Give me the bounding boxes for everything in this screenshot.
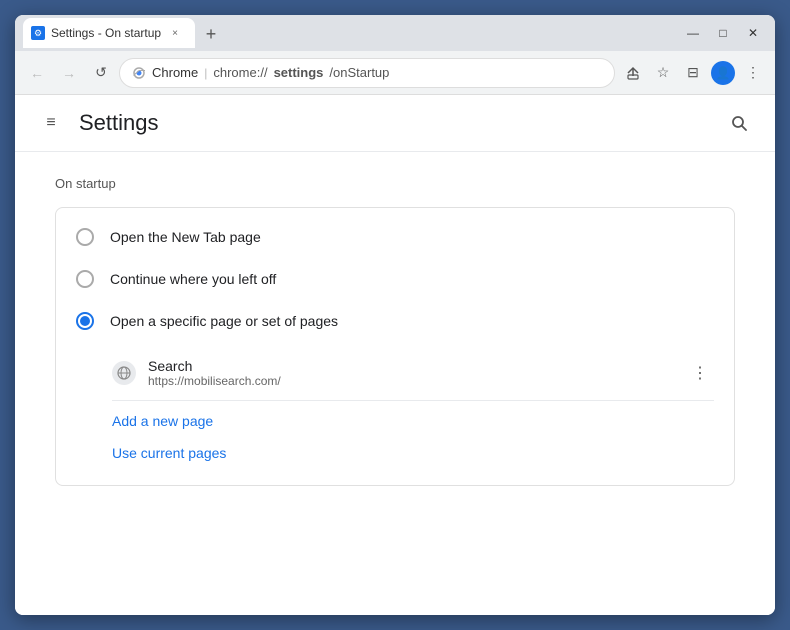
profile-button[interactable]: 👤: [709, 59, 737, 87]
more-menu-button[interactable]: ⋮: [739, 59, 767, 87]
option-specific-label: Open a specific page or set of pages: [110, 313, 338, 329]
radio-specific: [76, 312, 94, 330]
forward-button[interactable]: →: [55, 59, 83, 87]
address-separator: |: [204, 66, 207, 80]
radio-new-tab: [76, 228, 94, 246]
address-endpoint: /onStartup: [329, 65, 389, 80]
profile-avatar: 👤: [711, 61, 735, 85]
page-title: Settings: [79, 110, 159, 136]
site-name: Search: [148, 358, 674, 374]
section-label: On startup: [55, 176, 735, 191]
extensions-button[interactable]: ⊟: [679, 59, 707, 87]
option-new-tab[interactable]: Open the New Tab page: [56, 216, 734, 258]
option-new-tab-label: Open the New Tab page: [110, 229, 261, 245]
title-bar: ⚙ Settings - On startup × + — □ ✕: [15, 15, 775, 51]
site-info: Search https://mobilisearch.com/: [148, 358, 674, 388]
address-bar-row: ← → ↺ Chrome | chrome:// settings/onStart…: [15, 51, 775, 95]
site-menu-button[interactable]: ⋮: [686, 359, 714, 387]
minimize-button[interactable]: —: [679, 19, 707, 47]
new-tab-button[interactable]: +: [197, 20, 225, 48]
settings-search-button[interactable]: [723, 107, 755, 139]
site-entry: Search https://mobilisearch.com/ ⋮: [112, 350, 714, 396]
specific-pages-subsection: Search https://mobilisearch.com/ ⋮ Add a…: [56, 342, 734, 477]
radio-continue: [76, 270, 94, 288]
share-button[interactable]: [619, 59, 647, 87]
browser-window: ⚙ Settings - On startup × + — □ ✕ ← → ↺: [15, 15, 775, 615]
chrome-logo-icon: [132, 66, 146, 80]
chrome-label: Chrome: [152, 65, 198, 80]
option-specific[interactable]: Open a specific page or set of pages: [56, 300, 734, 342]
tab-title: Settings - On startup: [51, 26, 161, 40]
bookmark-button[interactable]: ☆: [649, 59, 677, 87]
toolbar-icons: ☆ ⊟ 👤 ⋮: [619, 59, 767, 87]
startup-options-card: Open the New Tab page Continue where you…: [55, 207, 735, 486]
tab-strip: ⚙ Settings - On startup × +: [23, 18, 675, 48]
tab-close-button[interactable]: ×: [167, 25, 183, 41]
option-continue[interactable]: Continue where you left off: [56, 258, 734, 300]
address-scheme: chrome://: [213, 65, 267, 80]
use-current-pages-link[interactable]: Use current pages: [112, 437, 226, 469]
maximize-button[interactable]: □: [709, 19, 737, 47]
close-button[interactable]: ✕: [739, 19, 767, 47]
site-url: https://mobilisearch.com/: [148, 374, 674, 388]
address-bar[interactable]: Chrome | chrome:// settings/onStartup: [119, 58, 615, 88]
sidebar-menu-button[interactable]: ≡: [35, 107, 67, 139]
settings-header: ≡ Settings: [15, 95, 775, 152]
settings-content: PC rk.com On startup Open the New Tab pa…: [15, 152, 775, 510]
divider: [112, 400, 714, 401]
window-controls: — □ ✕: [679, 19, 767, 47]
back-button[interactable]: ←: [23, 59, 51, 87]
content-area: ≡ Settings PC rk.com On startup: [15, 95, 775, 615]
site-favicon: [112, 361, 136, 385]
active-tab[interactable]: ⚙ Settings - On startup ×: [23, 18, 195, 48]
tab-favicon: ⚙: [31, 26, 45, 40]
option-continue-label: Continue where you left off: [110, 271, 276, 287]
add-new-page-link[interactable]: Add a new page: [112, 405, 213, 437]
address-path: settings: [274, 65, 324, 80]
refresh-button[interactable]: ↺: [87, 59, 115, 87]
